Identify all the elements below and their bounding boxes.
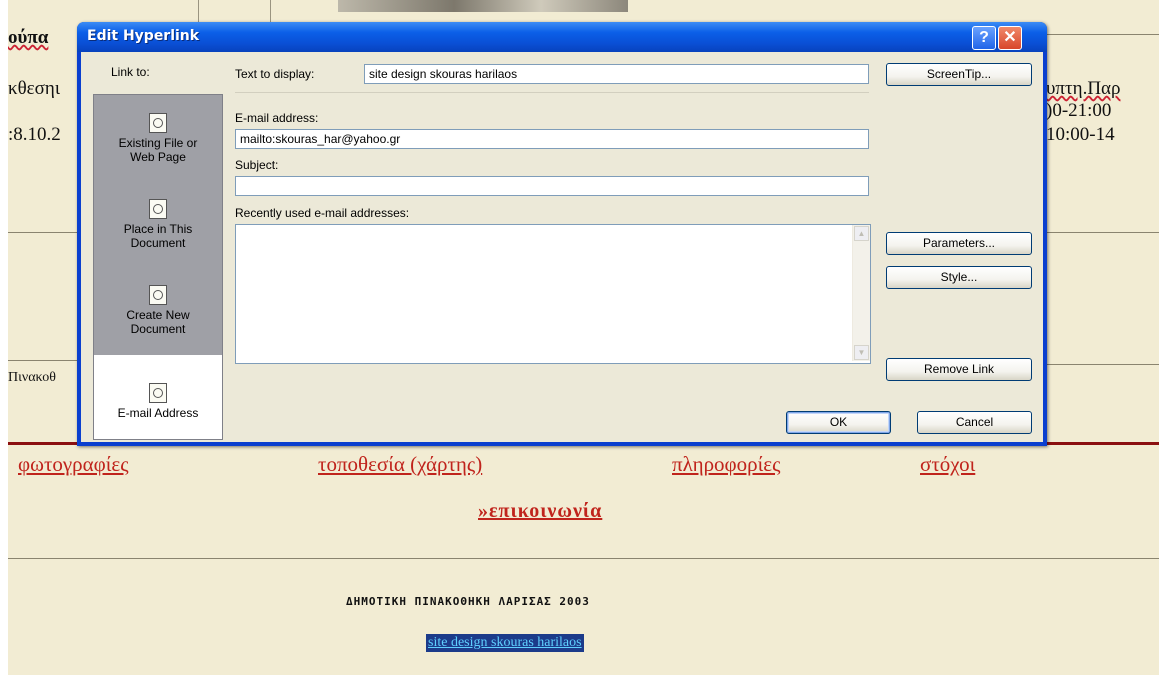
footer-rule (8, 558, 1159, 559)
table-rule (1038, 232, 1159, 233)
link-to-bar: Existing File or Web Page Place in This … (93, 94, 223, 440)
link-to-label: Link to: (111, 65, 150, 79)
header-photo (338, 0, 628, 12)
recent-email-list[interactable]: ▲ ▼ (235, 224, 871, 364)
link-option-label: Create New (126, 308, 190, 322)
link-option-label: Web Page (130, 150, 186, 164)
dialog-title: Edit Hyperlink (87, 28, 200, 44)
new-document-icon (149, 285, 167, 305)
link-option-label: Place in This (123, 222, 193, 236)
link-option-label: Document (130, 322, 186, 336)
background-text-fragment: κθεσηι (8, 78, 60, 99)
cancel-button[interactable]: Cancel (917, 411, 1032, 434)
recent-email-label: Recently used e-mail addresses: (235, 206, 410, 220)
subject-input[interactable] (235, 176, 869, 196)
link-option-create-new-document[interactable]: Create New Document (94, 285, 222, 349)
close-button[interactable]: ✕ (998, 26, 1022, 50)
nav-link-goals[interactable]: στόχοι (920, 452, 975, 477)
table-rule (8, 232, 78, 233)
dialog-body: Link to: Existing File or Web Page Place… (81, 52, 1043, 442)
background-text-fragment: )0-21:00 (1046, 100, 1112, 121)
scroll-down-icon[interactable]: ▼ (854, 345, 869, 360)
table-rule (1038, 34, 1159, 35)
nav-link-contact[interactable]: »επικοινωνία (478, 500, 602, 523)
background-text-fragment: Πινακοθ (8, 370, 56, 385)
scroll-up-icon[interactable]: ▲ (854, 226, 869, 241)
link-option-label: E-mail Address (117, 406, 199, 420)
document-place-icon (149, 199, 167, 219)
nav-link-information[interactable]: πληροφορίες (672, 452, 780, 477)
footer-title: ΔΗΜΟΤΙΚΗ ΠΙΝΑΚΟΘΗΚΗ ΛΑΡΙΣΑΣ 2003 (346, 595, 590, 608)
recent-email-scrollbar[interactable]: ▲ ▼ (852, 225, 870, 361)
table-rule (1038, 364, 1159, 365)
style-button[interactable]: Style... (886, 266, 1032, 289)
remove-link-button[interactable]: Remove Link (886, 358, 1032, 381)
background-text-fragment: :8.10.2 (8, 124, 61, 145)
nav-link-location-map[interactable]: τοποθεσία (χάρτης) (318, 452, 482, 477)
screentip-button[interactable]: ScreenTip... (886, 63, 1032, 86)
help-button[interactable]: ? (972, 26, 996, 50)
ok-button[interactable]: OK (786, 411, 891, 434)
table-rule (8, 360, 78, 361)
text-to-display-input[interactable]: site design skouras harilaos (364, 64, 869, 84)
edit-hyperlink-dialog: Edit Hyperlink ? ✕ Link to: Existing Fil… (77, 22, 1047, 446)
email-address-label: E-mail address: (235, 111, 319, 125)
parameters-button[interactable]: Parameters... (886, 232, 1032, 255)
email-address-input[interactable]: mailto:skouras_har@yahoo.gr (235, 129, 869, 149)
separator (235, 92, 869, 93)
text-to-display-label: Text to display: (235, 67, 315, 81)
link-option-label: Existing File or (118, 136, 198, 150)
link-option-email-address[interactable]: E-mail Address (94, 355, 222, 439)
link-option-existing-file[interactable]: Existing File or Web Page (94, 113, 222, 177)
subject-label: Subject: (235, 158, 279, 172)
background-text-fragment: 10:00-14 (1046, 124, 1115, 145)
background-heading-fragment: ούπα (8, 27, 49, 48)
background-text-fragment: υπτη.Παρ (1046, 78, 1121, 99)
nav-link-photos[interactable]: φωτογραφίες (18, 452, 129, 477)
footer-credit-link[interactable]: site design skouras harilaos (426, 634, 584, 652)
link-option-label: Document (130, 236, 186, 250)
globe-file-icon (149, 113, 167, 133)
table-divider (270, 0, 271, 22)
link-option-place-in-document[interactable]: Place in This Document (94, 199, 222, 263)
dialog-titlebar[interactable]: Edit Hyperlink ? ✕ (77, 22, 1047, 52)
table-divider (198, 0, 199, 22)
email-icon (149, 383, 167, 403)
